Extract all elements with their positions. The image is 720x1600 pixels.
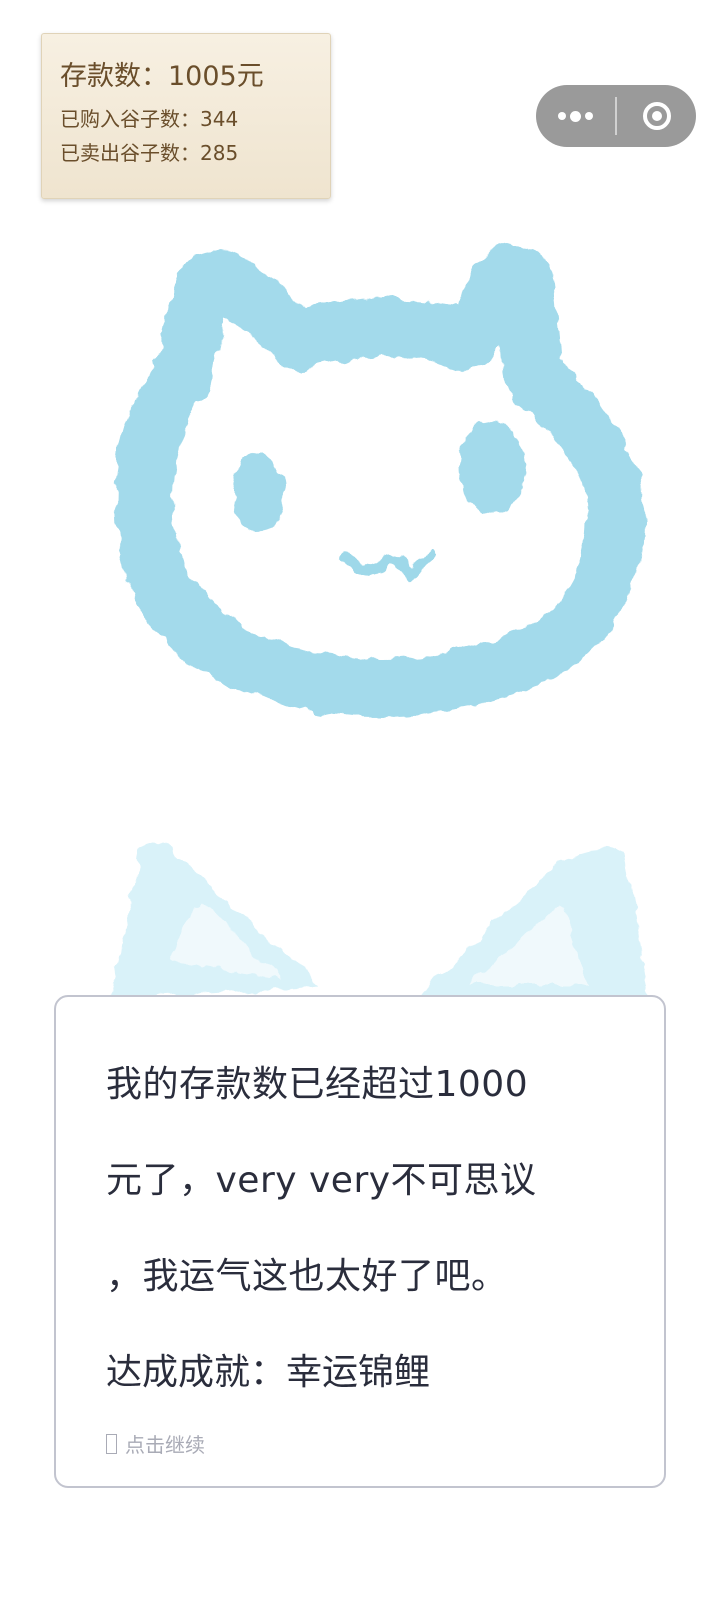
close-button[interactable] [617, 85, 696, 147]
dialog-line-2: 元了，very very不可思议 [106, 1160, 537, 1201]
cat-mouth [340, 550, 437, 583]
game-screen[interactable]: 存款数：1005元 已购入谷子数：344 已卖出谷子数：285 我的存款数已经超… [0, 0, 720, 1600]
cat-head-outline [116, 244, 645, 718]
more-dots-icon [558, 110, 593, 122]
placeholder-box-icon [106, 1433, 117, 1454]
cat-ears-faded [110, 842, 650, 1000]
continue-label: 点击继续 [125, 1433, 205, 1457]
story-dialog[interactable]: 我的存款数已经超过1000 元了，very very不可思议 ，我运气这也太好了… [54, 995, 666, 1488]
more-button[interactable] [536, 85, 615, 147]
target-close-icon [642, 102, 671, 130]
dialog-line-1: 我的存款数已经超过1000 [106, 1064, 529, 1105]
stats-card: 存款数：1005元 已购入谷子数：344 已卖出谷子数：285 [41, 33, 331, 199]
bought-count: 已购入谷子数：344 [60, 107, 239, 131]
continue-hint[interactable]: 点击继续 [106, 1429, 616, 1458]
cat-eye-right [458, 422, 526, 514]
deposit-amount: 存款数：1005元 [60, 61, 264, 92]
cat-face [116, 244, 645, 718]
cat-eye-left [232, 454, 284, 530]
achievement-text: 达成成就：幸运锦鲤 [106, 1352, 431, 1393]
sold-count: 已卖出谷子数：285 [60, 141, 239, 165]
dialog-line-3: ，我运气这也太好了吧。 [106, 1256, 508, 1297]
mini-program-capsule [536, 85, 696, 147]
